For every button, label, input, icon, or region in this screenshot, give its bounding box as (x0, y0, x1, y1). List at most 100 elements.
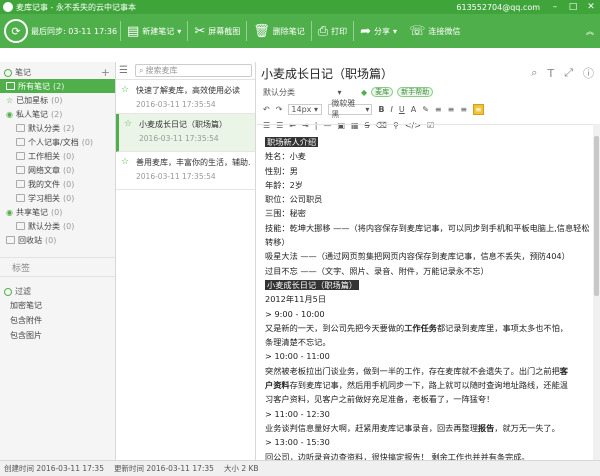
sidebar-item-count: (0) (81, 137, 94, 147)
content-line: 职位：公司职员 (265, 194, 323, 205)
bold-icon[interactable]: B (378, 105, 384, 114)
sidebar-header-filter[interactable]: 过滤 (0, 285, 115, 298)
scrollbar-thumb[interactable] (594, 136, 599, 296)
editor-scrollbar[interactable] (593, 124, 600, 460)
underline-icon[interactable]: U (399, 105, 405, 114)
collapse-toolbar-button[interactable]: ︽ (580, 14, 600, 48)
sidebar-item-label: 加密笔记 (10, 301, 42, 310)
note-date: 2016-03-11 17:35:54 (136, 100, 216, 109)
note-date: 2016-03-11 17:35:54 (136, 172, 216, 181)
undo-icon[interactable]: ↶ (263, 105, 270, 114)
sidebar-item-all-notes[interactable]: 所有笔记 (2) (0, 79, 115, 93)
print-button[interactable]: ⎙ 打印 (312, 14, 353, 48)
font-color-icon[interactable]: A (411, 105, 416, 114)
sidebar-header-label: 过滤 (15, 287, 31, 296)
sidebar-header-notes[interactable]: 笔记 + (0, 66, 115, 79)
note-list-panel: ☰ ⌕ 搜索麦库 ☆ 快速了解麦库，高效使用必读 2016-03-11 17:3… (116, 62, 256, 460)
note-content[interactable]: 职场新人介绍 姓名：小麦 性别：男 年龄：2岁 职位：公司职员 三围：秘密 技能… (257, 124, 593, 460)
font-family-select[interactable]: 微软雅黑 ▾ (328, 99, 373, 119)
sidebar-header-label: 笔记 (15, 68, 31, 77)
note-meta-bar: 默认分类 ▾ ◆ 麦库 新手帮助 (257, 84, 600, 100)
main-toolbar: ⟳ 最后同步: 03-11 17:36 ▤ 新建笔记 ▾ ✂ 屏幕截图 🗑 删除… (0, 14, 600, 48)
info-icon[interactable]: ⓘ (583, 65, 594, 81)
sidebar-item-shared-notes[interactable]: ◉ 共享笔记 (0) (0, 205, 115, 219)
format-toolbar-row1: ↶ ↷ 14px ▾ 微软雅黑 ▾ B I U A ✎ ≡ ≡ ≡ ≡ (257, 99, 600, 119)
note-title-input[interactable]: 小麦成长日记（职场篇） (261, 65, 531, 82)
attachment-icon[interactable]: ⌕ (531, 66, 537, 80)
content-line: 回公司，边听录音边查资料，很快搞定报告！ 剩余工作也并并有条完成。 (265, 451, 530, 460)
minimize-button[interactable]: – (546, 2, 564, 12)
note-list-header: ☰ ⌕ 搜索麦库 (116, 62, 255, 80)
italic-icon[interactable]: I (391, 105, 393, 114)
text-format-icon[interactable]: T (547, 67, 554, 80)
note-title: 小麦成长日记（职场篇） (139, 120, 227, 129)
wechat-icon: ☏ (409, 23, 426, 39)
chevron-down-icon[interactable]: ▾ (393, 27, 397, 36)
folder-icon (16, 222, 25, 230)
created-time: 创建时间 2016-03-11 17:35 (4, 464, 104, 473)
wechat-button[interactable]: ☏ 连接微信 (403, 14, 466, 48)
app-window: 麦库记事 - 永不丢失的云中记事本 613552704@qq.com – □ ✕… (0, 0, 600, 476)
sidebar-item-folder[interactable]: 工作相关 (0) (0, 149, 115, 163)
sidebar-item-label: 回收站 (18, 235, 42, 245)
note-list-item[interactable]: ☆ 善用麦库，丰富你的生活，辅助... 2016-03-11 17:35:54 (116, 152, 255, 190)
category-select[interactable]: 默认分类 ▾ (263, 87, 361, 98)
content-line: 三围：秘密 (265, 208, 306, 219)
note-list-item[interactable]: ☆ 快速了解麦库，高效使用必读 2016-03-11 17:35:54 (116, 80, 255, 114)
folder-icon (16, 194, 25, 202)
note-list-item-selected[interactable]: ☆ 小麦成长日记（职场篇） 2016-03-11 17:35:54 (116, 114, 255, 152)
chevron-down-icon: ▾ (337, 87, 342, 97)
sync-button[interactable]: ⟳ 最后同步: 03-11 17:36 (0, 14, 120, 48)
search-input[interactable]: ⌕ 搜索麦库 (135, 64, 252, 77)
note-date: 2016-03-11 17:35:54 (139, 134, 219, 143)
sidebar-item-folder[interactable]: 默认分类 (2) (0, 121, 115, 135)
sidebar-item-private-notes[interactable]: ◉ 私人笔记 (2) (0, 107, 115, 121)
sidebar-item-filter[interactable]: 加密笔记 (0, 298, 115, 313)
delete-note-button[interactable]: 🗑 删除笔记 (247, 14, 311, 48)
sidebar-item-recycle-bin[interactable]: 回收站 (0) (0, 233, 115, 247)
add-icon[interactable]: + (101, 66, 110, 79)
sidebar-item-label: 私人笔记 (15, 109, 48, 119)
account-label[interactable]: 613552704@qq.com (456, 3, 540, 12)
tag-chip[interactable]: 麦库 (371, 87, 394, 97)
maximize-button[interactable]: □ (564, 2, 582, 12)
tag-chip[interactable]: 新手帮助 (397, 87, 434, 97)
note-size: 大小 2 KB (223, 464, 259, 473)
sidebar-item-folder[interactable]: 默认分类 (0) (0, 219, 115, 233)
group-icon: ◉ (6, 207, 13, 217)
content-line: 姓名：小麦 (265, 151, 306, 162)
expand-icon[interactable]: ⤢ (564, 66, 573, 80)
sidebar-item-starred[interactable]: ☆ 已加星标 (0) (0, 93, 115, 107)
title-bar: 麦库记事 - 永不丢失的云中记事本 613552704@qq.com – □ ✕ (0, 0, 600, 14)
content-text: ，就万无一失了。 (494, 422, 560, 433)
sidebar-item-label: 网络文章 (28, 165, 60, 175)
sidebar-item-filter[interactable]: 包含图片 (0, 328, 115, 343)
align-center-icon[interactable]: ≡ (448, 105, 455, 114)
align-left-icon[interactable]: ≡ (435, 105, 442, 114)
sidebar-item-folder[interactable]: 学习相关 (0) (0, 191, 115, 205)
list-view-icon[interactable]: ☰ (119, 65, 135, 76)
star-icon[interactable]: ☆ (121, 157, 129, 167)
content-heading: 职场新人介绍 (265, 137, 319, 147)
content-text: 都记录到麦库里，事项太多也不怕， (436, 322, 568, 333)
align-right-icon[interactable]: ≡ (460, 105, 467, 114)
sidebar-item-count: (0) (63, 221, 75, 231)
screenshot-button[interactable]: ✂ 屏幕截图 (188, 14, 246, 48)
star-icon[interactable]: ☆ (124, 119, 132, 129)
sidebar-item-folder[interactable]: 个人记事/文档 (0) (0, 135, 115, 149)
star-icon[interactable]: ☆ (121, 85, 129, 95)
redo-icon[interactable]: ↷ (276, 105, 283, 114)
sidebar-item-folder[interactable]: 我的文件 (0) (0, 177, 115, 191)
share-button[interactable]: ➦ 分享 ▾ (354, 14, 403, 48)
sidebar-item-folder[interactable]: 网络文章 (0) (0, 163, 115, 177)
wechat-label: 连接微信 (428, 26, 461, 36)
highlight-icon[interactable]: ✎ (422, 105, 429, 114)
font-size-select[interactable]: 14px ▾ (288, 103, 323, 115)
chevron-up-icon: ︽ (586, 26, 594, 36)
align-justify-icon[interactable]: ≡ (473, 103, 484, 115)
chevron-down-icon[interactable]: ▾ (177, 27, 181, 36)
sidebar-item-tags[interactable]: 标签 (0, 257, 115, 277)
close-button[interactable]: ✕ (582, 2, 600, 12)
sidebar-item-filter[interactable]: 包含附件 (0, 313, 115, 328)
new-note-button[interactable]: ▤ 新建笔记 ▾ (121, 14, 187, 48)
